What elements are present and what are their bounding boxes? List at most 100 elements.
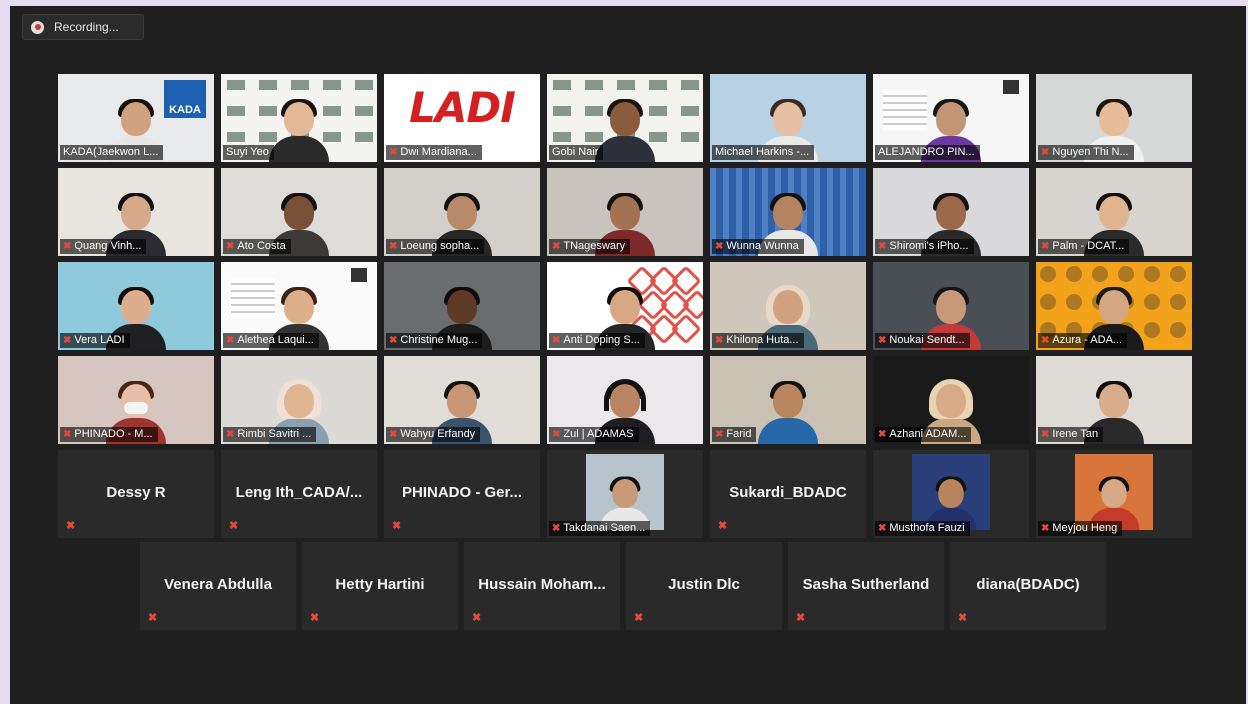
mic-off-icon: ✖ [229,520,239,532]
ladi-logo: LADI [409,82,516,132]
participant-tile[interactable]: ✖ Anti Doping S... [547,262,703,350]
participant-tile[interactable]: ✖ Noukai Sendt... [873,262,1029,350]
participant-tile[interactable]: ✖ Ato Costa [221,168,377,256]
participant-tile[interactable]: ✖ Takdanai Saen... [547,450,703,538]
window-blind [853,168,859,256]
participant-tile[interactable]: ✖ Palm - DCAT... [1036,168,1192,256]
participant-name-tag: ✖ Nguyen Thi N... [1038,145,1134,160]
pattern-tile [1170,322,1186,338]
participant-tile[interactable]: Justin Dlc ✖ [626,542,782,630]
mic-off-icon: ✖ [552,523,561,534]
participant-tile[interactable]: ✖ PHINADO - M... [58,356,214,444]
participant-tile[interactable]: ✖ Christine Mug... [384,262,540,350]
poster-logo [1003,80,1019,94]
mic-off-icon: ✖ [878,429,887,440]
participant-face [121,196,151,230]
poster-logo [351,268,367,282]
participant-name-tag: ✖ Alethea Laqui... [223,333,319,348]
participant-tile[interactable]: Gobi Nair [547,74,703,162]
participant-name: Takdanai Saen... [563,522,646,534]
participant-face [936,196,966,230]
participant-tile[interactable]: ✖ TNageswary [547,168,703,256]
participant-tile[interactable]: ✖ Shiromi's iPho... [873,168,1029,256]
participant-name: Sasha Sutherland [802,576,930,593]
backdrop-logo [259,80,277,90]
pattern-tile [1170,294,1186,310]
participant-name-tag: Gobi Nair [549,145,604,160]
participant-tile[interactable]: KADA KADA(Jaekwon L... [58,74,214,162]
participant-tile[interactable]: ✖ Wunna Wunna [710,168,866,256]
participant-face [284,196,314,230]
participant-name: Quang Vinh... [74,240,142,252]
backdrop-logo [291,80,309,90]
mic-off-icon: ✖ [392,520,402,532]
participant-tile[interactable]: ✖ Loeung sopha... [384,168,540,256]
participant-tile[interactable]: ✖ Nguyen Thi N... [1036,74,1192,162]
participant-tile[interactable]: Sasha Sutherland ✖ [788,542,944,630]
participant-tile[interactable]: ✖ Musthofa Fauzi [873,450,1029,538]
participant-name: Azhani ADAM... [889,428,967,440]
participant-tile[interactable]: ✖ Zul | ADAMAS [547,356,703,444]
participant-name: Dwi Mardiana... [400,146,477,158]
participant-tile[interactable]: ✖ Vera LADI [58,262,214,350]
participant-tile[interactable]: Leng Ith_CADA/... ✖ [221,450,377,538]
participant-tile[interactable]: diana(BDADC) ✖ [950,542,1106,630]
participant-tile[interactable]: ✖ Meyjou Heng [1036,450,1192,538]
recording-indicator[interactable]: Recording... [22,14,144,40]
participant-tile[interactable]: ✖ Khilona Huta... [710,262,866,350]
participant-name-tag: Michael Harkins -... [712,145,815,160]
participant-tile[interactable]: Hussain Moham... ✖ [464,542,620,630]
participant-name: Zul | ADAMAS [563,428,634,440]
recording-label: Recording... [54,20,119,34]
video-feed [586,454,664,530]
participant-tile[interactable]: Sukardi_BDADC ✖ [710,450,866,538]
participant-name-tag: ✖ Khilona Huta... [712,333,804,348]
participant-face [610,290,640,324]
participant-tile[interactable]: ALEJANDRO PIN... [873,74,1029,162]
participant-tile[interactable]: ✖ Alethea Laqui... [221,262,377,350]
participant-face [773,290,803,324]
participant-name-tag: ✖ Takdanai Saen... [549,521,651,536]
participant-tile[interactable]: Michael Harkins -... [710,74,866,162]
participant-face [610,196,640,230]
mic-off-icon: ✖ [226,241,235,252]
participant-tile[interactable]: ✖ Azura - ADA... [1036,262,1192,350]
participant-tile[interactable]: ✖ Rimbi Savitri ... [221,356,377,444]
participant-name: Venera Abdulla [164,576,272,593]
participant-face [284,290,314,324]
participant-name-tag: ✖ Azhani ADAM... [875,427,972,442]
participant-name: Nguyen Thi N... [1052,146,1129,158]
backdrop-logo [553,106,571,116]
participant-tile[interactable]: LADI ✖ Dwi Mardiana... [384,74,540,162]
participant-name-tag: ✖ Wunna Wunna [712,239,804,254]
participant-face [121,102,151,136]
participant-tile[interactable]: ✖ Farid [710,356,866,444]
participant-name: Irene Tan [1052,428,1099,440]
participant-name: PHINADO - M... [74,428,153,440]
participant-tile[interactable]: Dessy R ✖ [58,450,214,538]
participant-tile[interactable]: ✖ Wahyu Erfandy [384,356,540,444]
participant-name: ALEJANDRO PIN... [878,146,975,158]
backdrop-logo [553,132,571,142]
mic-off-icon: ✖ [552,429,561,440]
participant-tile[interactable]: ✖ Quang Vinh... [58,168,214,256]
participant-tile[interactable]: ✖ Irene Tan [1036,356,1192,444]
participant-face [1099,384,1129,418]
pattern-tile [1118,266,1134,282]
participant-face [773,196,803,230]
participant-name-tag: ✖ Palm - DCAT... [1038,239,1130,254]
participant-name: Sukardi_BDADC [729,484,847,501]
participant-avatar [267,99,331,162]
participant-avatar [756,381,820,444]
participant-tile[interactable]: Venera Abdulla ✖ [140,542,296,630]
participant-tile[interactable]: PHINADO - Ger... ✖ [384,450,540,538]
participant-tile[interactable]: Suyi Yeo [221,74,377,162]
participant-tile[interactable]: Hetty Hartini ✖ [302,542,458,630]
participant-name-tag: ✖ Loeung sopha... [386,239,485,254]
participant-face [447,196,477,230]
mic-off-icon: ✖ [878,335,887,346]
participant-name: Hussain Moham... [478,576,606,593]
participant-tile[interactable]: ✖ Azhani ADAM... [873,356,1029,444]
participant-name-tag: ✖ Noukai Sendt... [875,333,970,348]
mic-off-icon: ✖ [226,335,235,346]
